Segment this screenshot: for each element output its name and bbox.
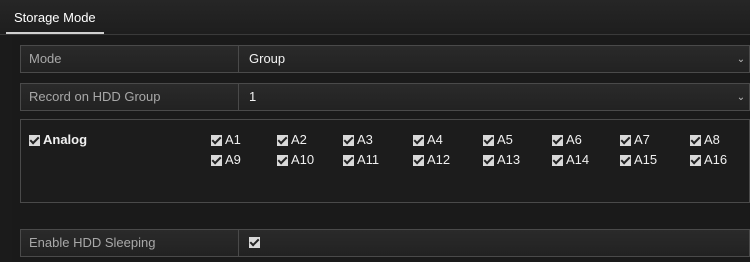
checkbox-checked-icon[interactable]: [552, 135, 563, 147]
hdd-sleeping-row: Enable HDD Sleeping: [20, 229, 750, 257]
camera-checkbox-a11[interactable]: A11: [343, 152, 379, 168]
camera-checkbox-a15[interactable]: A15: [620, 152, 657, 168]
camera-label: A14: [566, 152, 590, 167]
checkbox-checked-icon[interactable]: [620, 135, 631, 147]
camera-checkbox-a6[interactable]: A6: [552, 132, 582, 148]
camera-checkbox-a12[interactable]: A12: [413, 152, 450, 168]
camera-label: A3: [357, 132, 373, 147]
camera-label: A13: [497, 152, 521, 167]
camera-checkbox-a5[interactable]: A5: [483, 132, 513, 148]
camera-checkbox-a4[interactable]: A4: [413, 132, 443, 148]
hdd-sleeping-label: Enable HDD Sleeping: [21, 230, 239, 256]
analog-checkbox-item[interactable]: Analog: [29, 132, 87, 148]
camera-label: A16: [704, 152, 728, 167]
record-hdd-group-label: Record on HDD Group: [21, 84, 239, 110]
camera-label: A5: [497, 132, 513, 147]
checkbox-checked-icon[interactable]: [277, 135, 288, 147]
checkbox-checked-icon[interactable]: [413, 155, 424, 167]
camera-checkbox-a7[interactable]: A7: [620, 132, 650, 148]
chevron-down-icon[interactable]: ⌄: [735, 46, 747, 72]
camera-label: A7: [634, 132, 650, 147]
tab-bar: Storage Mode: [0, 0, 750, 35]
checkbox-checked-icon[interactable]: [552, 155, 563, 167]
camera-label: A4: [427, 132, 443, 147]
camera-checkbox-a8[interactable]: A8: [690, 132, 720, 148]
camera-label: A1: [225, 132, 241, 147]
checkbox-checked-icon[interactable]: [620, 155, 631, 167]
checkbox-checked-icon[interactable]: [211, 135, 222, 147]
checkbox-checked-icon[interactable]: [277, 155, 288, 167]
camera-label: A15: [634, 152, 658, 167]
camera-checkbox-a1[interactable]: A1: [211, 132, 241, 148]
camera-label: A10: [291, 152, 315, 167]
mode-label: Mode: [21, 46, 239, 72]
camera-selection-box: Analog A1 A2 A3 A4 A5 A6 A7 A8 A9 A10 A1…: [20, 119, 750, 203]
camera-label: A9: [225, 152, 241, 167]
checkbox-checked-icon[interactable]: [483, 155, 494, 167]
camera-checkbox-a10[interactable]: A10: [277, 152, 314, 168]
camera-label: A2: [291, 132, 307, 147]
camera-checkbox-a13[interactable]: A13: [483, 152, 520, 168]
hdd-sleeping-checkbox[interactable]: [249, 237, 260, 248]
camera-checkbox-a16[interactable]: A16: [690, 152, 727, 168]
camera-checkbox-a3[interactable]: A3: [343, 132, 373, 148]
camera-checkbox-a9[interactable]: A9: [211, 152, 241, 168]
checkbox-checked-icon[interactable]: [211, 155, 222, 167]
checkbox-checked-icon[interactable]: [690, 155, 701, 167]
checkbox-checked-icon[interactable]: [690, 135, 701, 147]
camera-label: A6: [566, 132, 582, 147]
tab-storage-mode[interactable]: Storage Mode: [6, 6, 104, 34]
storage-mode-panel: Mode Group ⌄ Record on HDD Group 1 ⌄ Ana…: [12, 36, 750, 262]
mode-row[interactable]: Mode Group ⌄: [20, 45, 750, 73]
camera-label: A8: [704, 132, 720, 147]
checkbox-checked-icon[interactable]: [343, 135, 354, 147]
camera-label: A12: [427, 152, 451, 167]
camera-checkbox-a2[interactable]: A2: [277, 132, 307, 148]
camera-checkbox-a14[interactable]: A14: [552, 152, 589, 168]
checkbox-checked-icon[interactable]: [29, 135, 40, 147]
analog-label: Analog: [43, 132, 88, 147]
record-hdd-group-select-value[interactable]: 1: [249, 84, 729, 110]
mode-select-value[interactable]: Group: [249, 46, 729, 72]
chevron-down-icon[interactable]: ⌄: [735, 84, 747, 110]
checkbox-checked-icon[interactable]: [413, 135, 424, 147]
record-hdd-group-row[interactable]: Record on HDD Group 1 ⌄: [20, 83, 750, 111]
checkbox-checked-icon[interactable]: [343, 155, 354, 167]
checkbox-checked-icon[interactable]: [483, 135, 494, 147]
camera-label: A11: [357, 152, 380, 167]
